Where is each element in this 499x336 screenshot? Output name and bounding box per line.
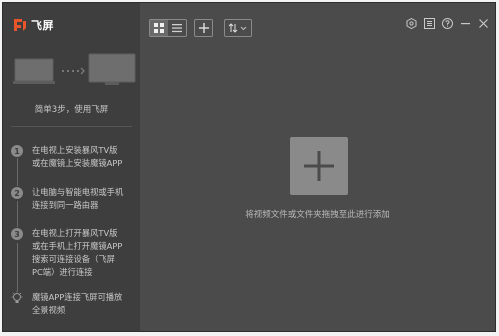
- step-number: 3: [11, 228, 23, 240]
- app-window: 飞屏 简单3步，使用飞屏 1 在电视上安装暴风TV版 或在魔镜上安装魔镜APP: [2, 2, 496, 332]
- sidebar: 飞屏 简单3步，使用飞屏 1 在电视上安装暴风TV版 或在魔镜上安装魔镜APP: [3, 3, 140, 331]
- list-view-button[interactable]: [168, 20, 186, 36]
- tip-text-line: 魔镜APP连接飞屏可播放: [32, 292, 123, 302]
- settings-icon[interactable]: [405, 17, 417, 29]
- minimize-icon[interactable]: [459, 17, 471, 29]
- sort-icon: [228, 23, 247, 33]
- help-icon[interactable]: [441, 17, 453, 29]
- tip-text-line: 全景视频: [32, 305, 66, 315]
- step-2: 2 让电脑与智能电视或手机 连接到同一路由器: [11, 186, 136, 212]
- tip: 魔镜APP连接飞屏可播放 全景视频: [11, 291, 136, 317]
- app-logo: 飞屏: [12, 17, 54, 33]
- plus-icon: [304, 151, 334, 181]
- step-text-line: 连接到同一路由器: [32, 200, 99, 210]
- step-text-line: 在电视上打开暴风TV版: [32, 228, 118, 238]
- step-number: 2: [11, 187, 23, 199]
- window-controls: [405, 17, 489, 29]
- add-button[interactable]: [194, 19, 213, 37]
- sidebar-tagline: 简单3步，使用飞屏: [34, 105, 109, 115]
- close-icon[interactable]: [477, 17, 489, 29]
- step-number: 1: [11, 145, 23, 157]
- logo-icon: [14, 19, 26, 31]
- app-title: 飞屏: [31, 19, 54, 32]
- step-text-line: PC端）进行连接: [32, 267, 93, 277]
- step-text-line: 搜索可连接设备（飞屏: [32, 254, 115, 264]
- view-toggle: [149, 19, 187, 37]
- step-3: 3 在电视上打开暴风TV版 或在手机上打开魔镜APP 搜索可连接设备（飞屏 PC…: [11, 227, 136, 279]
- menu-icon[interactable]: [423, 17, 435, 29]
- step-text-line: 让电脑与智能电视或手机: [32, 187, 124, 197]
- sidebar-divider: [11, 126, 132, 127]
- add-video-button[interactable]: [290, 137, 348, 195]
- grid-icon: [154, 23, 164, 33]
- step-text-line: 或在魔镜上安装魔镜APP: [32, 158, 123, 168]
- screen-cast-illustration: [13, 53, 136, 85]
- grid-view-button[interactable]: [150, 20, 168, 36]
- step-text-line: 在电视上安装暴风TV版: [32, 145, 118, 155]
- drop-hint: 将视频文件或文件夹拖拽至此进行添加: [245, 210, 390, 220]
- lightbulb-icon: [11, 291, 23, 303]
- plus-icon: [198, 23, 209, 33]
- sort-button[interactable]: [224, 19, 252, 37]
- step-1: 1 在电视上安装暴风TV版 或在魔镜上安装魔镜APP: [11, 144, 136, 170]
- step-text-line: 或在手机上打开魔镜APP: [32, 241, 123, 251]
- list-icon: [172, 24, 182, 33]
